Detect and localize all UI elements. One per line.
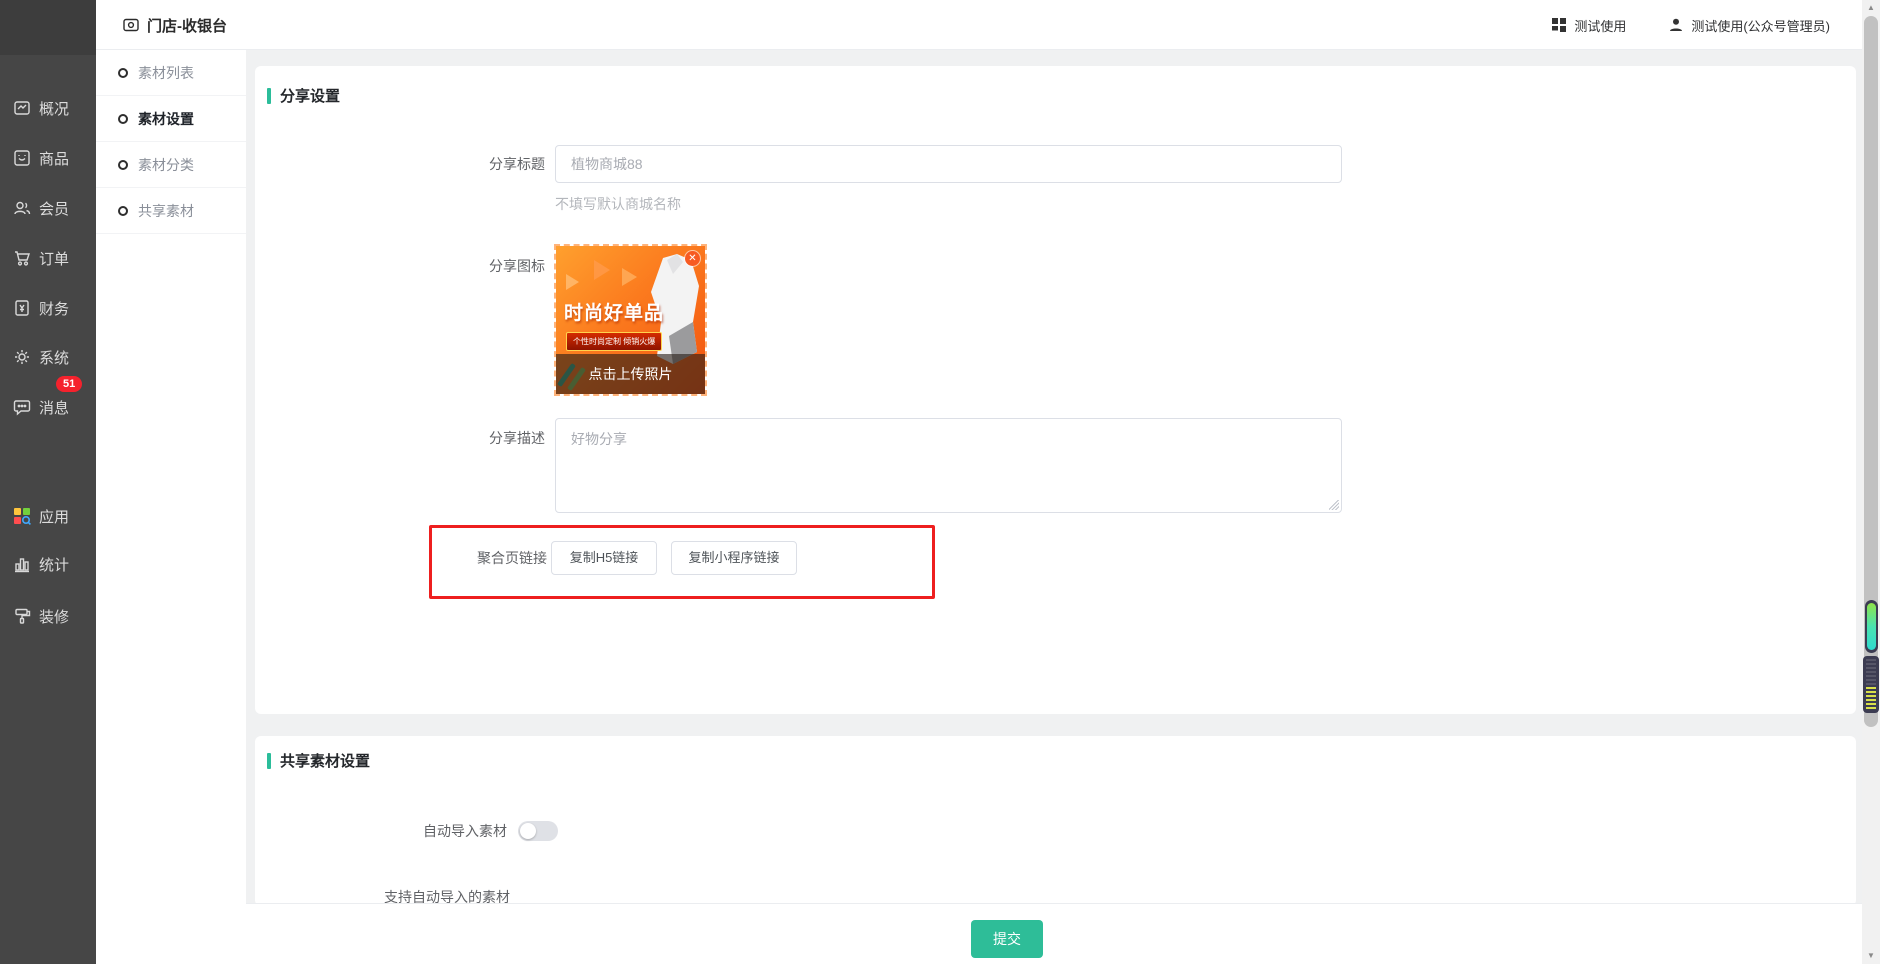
goods-icon — [14, 150, 30, 166]
share-settings-card: 分享设置 分享标题 植物商城88 不填写默认商城名称 分享图标 时尚好单品 个性… — [255, 66, 1856, 714]
workspace-switcher[interactable]: 测试使用 — [1551, 16, 1626, 35]
remove-image-button[interactable]: ✕ — [685, 251, 700, 266]
sidebar-item-decorate[interactable]: 装修 — [0, 604, 96, 628]
share-settings-section-head: 分享设置 — [267, 85, 340, 106]
arrow-decoration — [594, 260, 610, 280]
page-title-text: 门店-收银台 — [147, 17, 227, 35]
overview-icon — [14, 101, 30, 115]
image-subline: 个性时尚定制 倾销火爆 — [566, 332, 663, 351]
sidebar-item-stats[interactable]: 统计 — [0, 552, 96, 576]
sidebar-item-label: 消息 — [39, 399, 70, 417]
page-title: 门店-收银台 — [122, 0, 227, 50]
sidebar-item-overview[interactable]: 概况 — [0, 96, 96, 120]
extension-stripe-meter — [1863, 656, 1879, 713]
user-label: 测试使用(公众号管理员) — [1691, 18, 1830, 34]
radio-circle-icon — [118, 159, 128, 170]
section-title: 分享设置 — [280, 88, 341, 105]
submenu-item-label: 素材设置 — [138, 110, 194, 127]
auto-import-label: 自动导入素材 — [423, 823, 507, 839]
copy-h5-link-button[interactable]: 复制H5链接 — [551, 541, 657, 575]
share-icon-label: 分享图标 — [489, 258, 545, 274]
share-title-hint: 不填写默认商城名称 — [555, 196, 681, 212]
aggregate-link-label: 聚合页链接 — [477, 550, 547, 566]
highlight-red-box: 聚合页链接 复制H5链接 复制小程序链接 — [429, 525, 935, 599]
submenu-item-label: 共享素材 — [138, 202, 194, 219]
upload-overlay[interactable]: 点击上传照片 — [556, 354, 705, 394]
sidebar-item-goods[interactable]: 商品 — [0, 146, 96, 170]
extension-level-meter — [1865, 600, 1878, 653]
sidebar-item-messages[interactable]: 消息 — [0, 395, 96, 419]
share-title-label: 分享标题 — [489, 156, 545, 172]
share-icon-image: 时尚好单品 个性时尚定制 倾销火爆 点击上传照片 — [556, 246, 705, 394]
submenu-item-label: 素材分类 — [138, 156, 194, 173]
sidebar-item-label: 装修 — [39, 608, 70, 626]
sidebar-item-label: 商品 — [39, 150, 70, 168]
members-icon — [14, 201, 31, 215]
share-icon-uploader[interactable]: 时尚好单品 个性时尚定制 倾销火爆 点击上传照片 ✕ — [554, 244, 707, 396]
submenu-item-label: 素材列表 — [138, 64, 194, 81]
orders-icon — [15, 251, 30, 266]
sidebar-item-apps[interactable]: 应用 — [0, 504, 96, 528]
grid-icon — [1552, 18, 1567, 32]
toggle-knob — [520, 823, 536, 839]
sidebar-item-finance[interactable]: 财务 — [0, 296, 96, 320]
user-icon — [1670, 18, 1683, 31]
scroll-up-arrow[interactable]: ▲ — [1862, 0, 1880, 16]
submenu-item-material-list[interactable]: 素材列表 — [96, 50, 246, 96]
share-desc-label: 分享描述 — [489, 430, 545, 446]
share-desc-textarea[interactable]: 好物分享 — [555, 418, 1342, 513]
sidebar-item-system[interactable]: 系统 — [0, 345, 96, 369]
submenu-item-material-settings[interactable]: 素材设置 — [96, 96, 246, 142]
section-accent-bar — [267, 87, 271, 104]
radio-circle-icon — [118, 113, 128, 124]
finance-icon — [15, 300, 29, 316]
messages-icon — [13, 400, 31, 416]
submit-button[interactable]: 提交 — [971, 920, 1043, 958]
sidebar-item-label: 财务 — [39, 300, 70, 318]
sidebar-item-label: 概况 — [39, 100, 70, 118]
submenu-item-shared-material[interactable]: 共享素材 — [96, 188, 246, 234]
form-footer: 提交 — [246, 903, 1862, 964]
cashier-icon — [123, 18, 139, 32]
image-headline: 时尚好单品 — [564, 303, 665, 324]
material-submenu: 素材列表 素材设置 素材分类 共享素材 — [96, 50, 246, 964]
sidebar-item-label: 系统 — [39, 349, 70, 367]
workspace-label: 测试使用 — [1574, 18, 1627, 34]
meter-stripes — [1866, 659, 1876, 710]
app-logo[interactable] — [0, 0, 96, 55]
sidebar-item-orders[interactable]: 订单 — [0, 246, 96, 270]
sidebar-item-label: 订单 — [39, 250, 70, 268]
radio-circle-icon — [118, 67, 128, 78]
copy-miniprogram-link-button[interactable]: 复制小程序链接 — [671, 541, 797, 575]
section-title: 共享素材设置 — [280, 753, 371, 770]
stats-icon — [15, 558, 29, 573]
sidebar-item-label: 会员 — [39, 200, 70, 218]
section-accent-bar — [267, 752, 271, 769]
textarea-resize-handle[interactable] — [1329, 500, 1339, 510]
page-scrollbar[interactable]: ▲ ▼ — [1862, 0, 1880, 964]
shared-material-section-head: 共享素材设置 — [267, 750, 370, 771]
sidebar-item-label: 应用 — [39, 508, 70, 526]
messages-badge: 51 — [56, 376, 83, 392]
auto-import-toggle[interactable] — [518, 821, 558, 841]
top-header: 门店-收银台 测试使用 测试使用(公众号管理员) — [96, 0, 1880, 50]
main-sidebar: 概况 商品 会员 订单 财务 系统 消息 51 应用 统计 装修 — [0, 0, 96, 964]
system-icon — [15, 350, 29, 364]
header-right: 测试使用 测试使用(公众号管理员) — [1551, 0, 1830, 50]
sidebar-item-label: 统计 — [39, 556, 70, 574]
meter-fill — [1867, 603, 1876, 650]
submenu-item-material-category[interactable]: 素材分类 — [96, 142, 246, 188]
shared-material-card: 共享素材设置 自动导入素材 支持自动导入的素材 — [255, 736, 1856, 906]
decorate-icon — [15, 608, 31, 624]
radio-circle-icon — [118, 205, 128, 216]
sidebar-item-members[interactable]: 会员 — [0, 196, 96, 220]
share-title-input[interactable]: 植物商城88 — [555, 145, 1342, 183]
user-menu[interactable]: 测试使用(公众号管理员) — [1668, 16, 1830, 35]
arrow-decoration — [566, 274, 579, 290]
apps-icon — [14, 508, 31, 525]
scroll-down-arrow[interactable]: ▼ — [1862, 948, 1880, 964]
